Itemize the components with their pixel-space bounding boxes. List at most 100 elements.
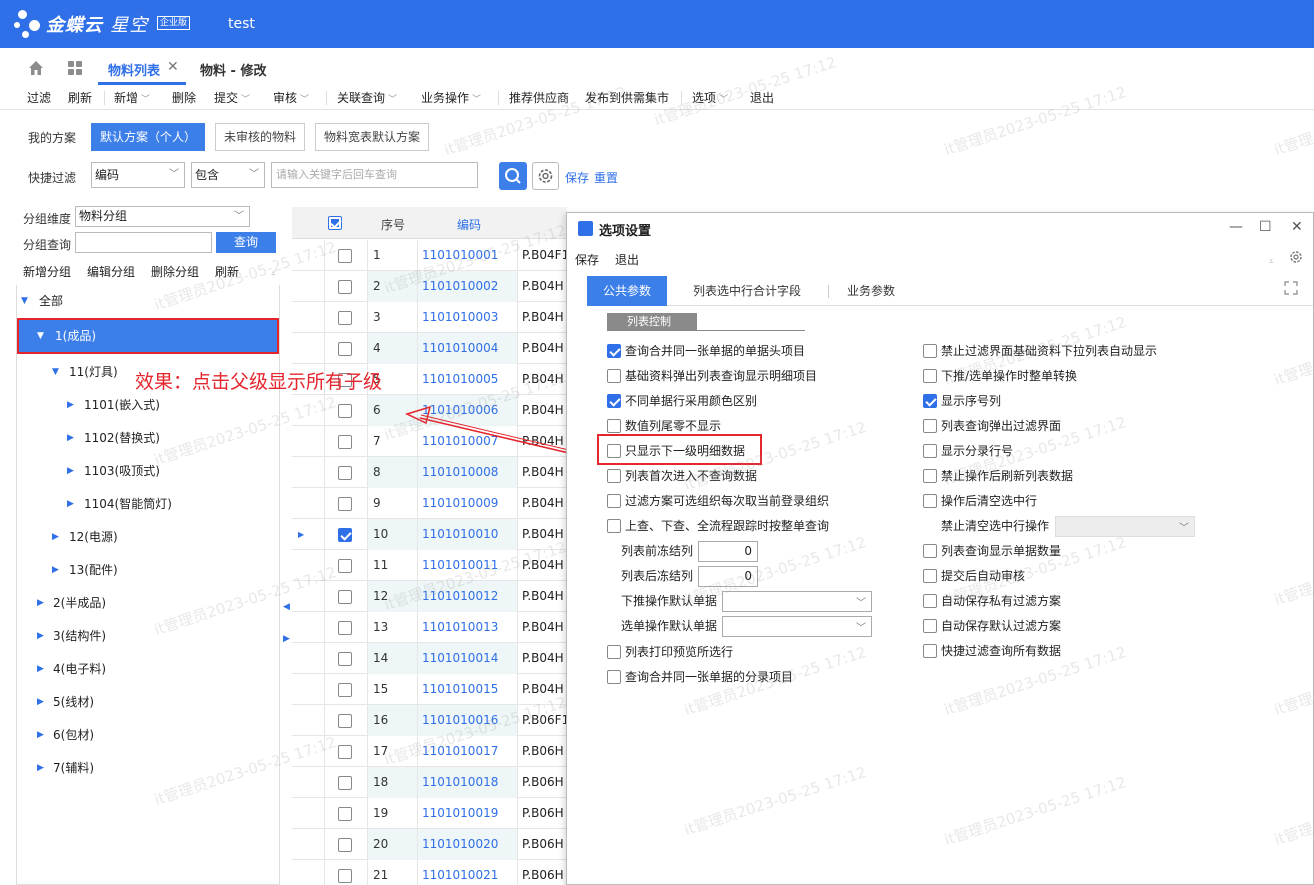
option-checkbox[interactable] bbox=[923, 369, 937, 383]
related-query-button[interactable]: 关联查询 ﹀ bbox=[337, 89, 397, 106]
code-link[interactable]: 1101010001 bbox=[418, 240, 518, 271]
option-checkbox[interactable] bbox=[607, 419, 621, 433]
options-button[interactable]: 选项 ﹀ bbox=[692, 89, 728, 106]
push-default-select[interactable]: ﹀ bbox=[722, 591, 872, 612]
row-checkbox-cell[interactable] bbox=[324, 705, 368, 736]
more-icon[interactable]: ⩡ bbox=[271, 269, 276, 279]
delete-button[interactable]: 删除 bbox=[172, 89, 196, 106]
row-checkbox-cell[interactable] bbox=[324, 426, 368, 457]
tab-material-edit[interactable]: 物料 - 修改 bbox=[200, 60, 266, 79]
option-checkbox[interactable] bbox=[923, 544, 937, 558]
row-checkbox[interactable] bbox=[338, 559, 352, 573]
option-checkbox[interactable] bbox=[923, 594, 937, 608]
table-row[interactable]: 7 1101010007 P.B04H bbox=[292, 426, 567, 457]
save-scheme-link[interactable]: 保存 bbox=[565, 169, 589, 186]
row-checkbox-cell[interactable] bbox=[324, 302, 368, 333]
code-link[interactable]: 1101010016 bbox=[418, 705, 518, 736]
code-link[interactable]: 1101010013 bbox=[418, 612, 518, 643]
option-checkbox[interactable] bbox=[923, 444, 937, 458]
row-checkbox[interactable] bbox=[338, 404, 352, 418]
option-checkbox[interactable] bbox=[607, 645, 621, 659]
expand-icon[interactable] bbox=[1284, 281, 1298, 295]
gear-icon[interactable] bbox=[1288, 249, 1304, 265]
tree-node-7[interactable]: ▶ 7(辅料) bbox=[17, 752, 279, 784]
option-checkbox[interactable] bbox=[923, 494, 937, 508]
row-checkbox-cell[interactable] bbox=[324, 674, 368, 705]
code-link[interactable]: 1101010008 bbox=[418, 457, 518, 488]
row-checkbox[interactable] bbox=[338, 311, 352, 325]
table-row[interactable]: 13 1101010013 P.B04H bbox=[292, 612, 567, 643]
tab-business-params[interactable]: 业务参数 bbox=[831, 276, 911, 306]
code-link[interactable]: 1101010006 bbox=[418, 395, 518, 426]
row-checkbox-cell[interactable] bbox=[324, 767, 368, 798]
row-checkbox-cell[interactable] bbox=[324, 860, 368, 885]
row-checkbox[interactable] bbox=[338, 466, 352, 480]
expand-right-icon[interactable]: ▶ bbox=[283, 634, 290, 644]
row-checkbox[interactable] bbox=[338, 776, 352, 790]
table-row[interactable]: 19 1101010019 P.B06H bbox=[292, 798, 567, 829]
table-row[interactable]: 9 1101010009 P.B04H bbox=[292, 488, 567, 519]
option-checkbox[interactable] bbox=[923, 394, 937, 408]
select-all-checkbox[interactable] bbox=[328, 216, 342, 230]
filter-settings-button[interactable] bbox=[532, 162, 559, 190]
tree-node-1104[interactable]: ▶ 1104(智能筒灯) bbox=[17, 488, 279, 520]
forbid-clear-select[interactable]: ﹀ bbox=[1055, 516, 1195, 537]
table-row[interactable]: 6 1101010006 P.B04H bbox=[292, 395, 567, 426]
table-row[interactable]: 3 1101010003 P.B04H bbox=[292, 302, 567, 333]
code-link[interactable]: 1101010020 bbox=[418, 829, 518, 860]
row-checkbox[interactable] bbox=[338, 869, 352, 883]
option-checkbox[interactable] bbox=[607, 494, 621, 508]
minimize-icon[interactable]: — bbox=[1229, 219, 1243, 235]
row-checkbox[interactable] bbox=[338, 249, 352, 263]
audit-button[interactable]: 审核 ﹀ bbox=[273, 89, 309, 106]
group-query-input[interactable] bbox=[75, 232, 212, 253]
option-checkbox[interactable] bbox=[607, 670, 621, 684]
add-group-button[interactable]: 新增分组 bbox=[23, 263, 71, 280]
tree-node-all[interactable]: ▼ 全部 bbox=[17, 285, 279, 317]
row-checkbox[interactable] bbox=[338, 528, 352, 542]
freeze-front-input[interactable]: 0 bbox=[698, 541, 758, 562]
table-row[interactable]: 11 1101010011 P.B04H bbox=[292, 550, 567, 581]
code-link[interactable]: 1101010011 bbox=[418, 550, 518, 581]
code-link[interactable]: 1101010018 bbox=[418, 767, 518, 798]
table-row[interactable]: 20 1101010020 P.B06H bbox=[292, 829, 567, 860]
option-checkbox[interactable] bbox=[923, 469, 937, 483]
option-checkbox[interactable] bbox=[607, 369, 621, 383]
header-seq[interactable]: 序号 bbox=[381, 216, 405, 233]
option-checkbox[interactable] bbox=[923, 619, 937, 633]
tree-node-13[interactable]: ▶ 13(配件) bbox=[17, 554, 279, 586]
recommend-supplier-button[interactable]: 推荐供应商 bbox=[509, 89, 569, 106]
submit-button[interactable]: 提交 ﹀ bbox=[214, 89, 250, 106]
option-checkbox[interactable] bbox=[607, 344, 621, 358]
row-checkbox[interactable] bbox=[338, 652, 352, 666]
scheme-wide-button[interactable]: 物料宽表默认方案 bbox=[315, 123, 430, 151]
refresh-group-button[interactable]: 刷新 bbox=[215, 263, 239, 280]
header-code[interactable]: 编码 bbox=[457, 216, 481, 233]
tab-common-params[interactable]: 公共参数 bbox=[587, 276, 668, 306]
code-link[interactable]: 1101010003 bbox=[418, 302, 518, 333]
code-link[interactable]: 1101010005 bbox=[418, 364, 518, 395]
row-checkbox-cell[interactable] bbox=[324, 488, 368, 519]
option-checkbox[interactable] bbox=[923, 419, 937, 433]
apps-grid-icon[interactable] bbox=[66, 59, 84, 77]
row-checkbox[interactable] bbox=[338, 590, 352, 604]
tree-node-6[interactable]: ▶ 6(包材) bbox=[17, 719, 279, 751]
filter-field-select[interactable]: 编码 ﹀ bbox=[91, 162, 185, 188]
filter-keyword-input[interactable]: 请输入关键字后回车查询 bbox=[271, 162, 478, 188]
close-icon[interactable]: ✕ bbox=[167, 59, 179, 75]
tab-sum-fields[interactable]: 列表选中行合计字段 bbox=[677, 276, 817, 306]
table-row[interactable]: 4 1101010004 P.B04H bbox=[292, 333, 567, 364]
exit-button[interactable]: 退出 bbox=[750, 89, 774, 106]
code-link[interactable]: 1101010002 bbox=[418, 271, 518, 302]
row-checkbox-cell[interactable] bbox=[324, 550, 368, 581]
code-link[interactable]: 1101010012 bbox=[418, 581, 518, 612]
tree-node-3[interactable]: ▶ 3(结构件) bbox=[17, 620, 279, 652]
close-icon[interactable]: ✕ bbox=[1291, 219, 1303, 235]
row-checkbox-cell[interactable] bbox=[324, 643, 368, 674]
table-row[interactable]: 17 1101010017 P.B06H bbox=[292, 736, 567, 767]
scheme-unaudited-button[interactable]: 未审核的物料 bbox=[215, 123, 306, 151]
row-checkbox-cell[interactable] bbox=[324, 271, 368, 302]
row-checkbox[interactable] bbox=[338, 714, 352, 728]
row-checkbox-cell[interactable] bbox=[324, 736, 368, 767]
row-checkbox[interactable] bbox=[338, 807, 352, 821]
